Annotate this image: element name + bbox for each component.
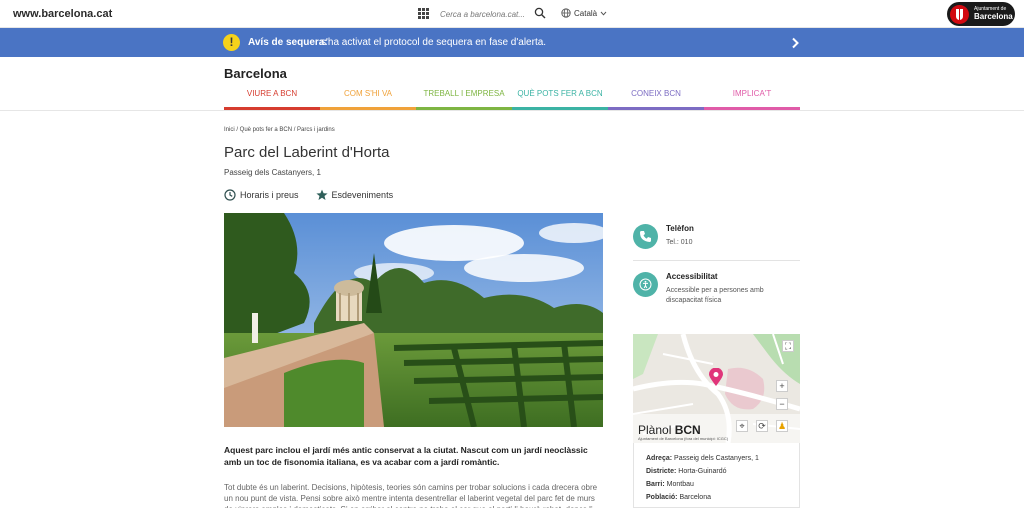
nav-que-pots-fer[interactable]: QUÈ POTS FER A BCN bbox=[512, 86, 608, 110]
alert-text: s'ha activat el protocol de sequera en f… bbox=[321, 37, 547, 48]
phone-value[interactable]: Tel.: 010 bbox=[666, 238, 791, 248]
page-address: Passeig dels Castanyers, 1 bbox=[224, 168, 321, 177]
detail-value[interactable]: Horta-Guinardó bbox=[678, 468, 726, 475]
zoom-out-button[interactable]: − bbox=[776, 398, 788, 410]
rotate-icon[interactable]: ⟳ bbox=[756, 420, 768, 432]
detail-label: Adreça: bbox=[646, 455, 673, 462]
detail-label: Districte: bbox=[646, 468, 677, 475]
page-title: Parc del Laberint d'Horta bbox=[224, 144, 390, 161]
star-icon bbox=[315, 189, 328, 200]
accessibility-title: Accessibilitat bbox=[666, 272, 718, 281]
detail-district: Districte: Horta-Guinardó bbox=[646, 465, 799, 478]
chevron-down-icon bbox=[600, 11, 607, 16]
sidebar-divider bbox=[633, 260, 800, 261]
main-nav: VIURE A BCN COM S'HI VA TREBALL I EMPRES… bbox=[224, 86, 800, 110]
search-icon[interactable] bbox=[534, 7, 546, 19]
schedules-link[interactable]: Horaris i preus bbox=[224, 189, 299, 201]
schedules-label: Horaris i preus bbox=[240, 190, 299, 200]
zoom-in-button[interactable]: + bbox=[776, 380, 788, 392]
detail-label: Població: bbox=[646, 494, 678, 501]
alert-title: Avís de sequera: bbox=[248, 37, 328, 48]
location-details: Adreça: Passeig dels Castanyers, 1 Distr… bbox=[633, 443, 800, 508]
intro-paragraph: Aquest parc inclou el jardí més antic co… bbox=[224, 445, 588, 467]
search-input[interactable] bbox=[440, 7, 532, 21]
detail-address: Adreça: Passeig dels Castanyers, 1 bbox=[646, 452, 799, 465]
locate-icon[interactable]: ⌖ bbox=[736, 420, 748, 432]
street-view-icon[interactable]: ♟ bbox=[776, 420, 788, 432]
top-bar: www.barcelona.cat Català Ajuntament de B… bbox=[0, 0, 1024, 28]
site-brand[interactable]: Barcelona bbox=[224, 66, 287, 81]
nav-treball-i-empresa[interactable]: TREBALL I EMPRESA bbox=[416, 86, 512, 110]
nav-divider bbox=[0, 110, 1024, 111]
nav-viure-a-bcn[interactable]: VIURE A BCN bbox=[224, 86, 320, 110]
logo-line-2: Barcelona bbox=[974, 12, 1013, 21]
phone-title: Telèfon bbox=[666, 224, 694, 233]
apps-grid-icon[interactable] bbox=[418, 8, 429, 19]
page-actions: Horaris i preus Esdeveniments bbox=[224, 189, 393, 201]
events-label: Esdeveniments bbox=[331, 190, 394, 200]
nav-coneix-bcn[interactable]: CONEIX BCN bbox=[608, 86, 704, 110]
phone-icon bbox=[640, 231, 651, 242]
nav-implicat[interactable]: IMPLICA'T bbox=[704, 86, 800, 110]
detail-value: Passeig dels Castanyers, 1 bbox=[674, 455, 759, 462]
location-map[interactable]: ⛶ + − ⌖ ⟳ ♟ Plànol BCN Ajuntament de Bar… bbox=[633, 334, 800, 443]
accessibility-value: Accessible per a persones amb discapacit… bbox=[666, 287, 764, 304]
map-brand: Plànol BCN bbox=[638, 423, 701, 437]
map-credit: Ajuntament de Barcelona (fora del munici… bbox=[638, 436, 729, 441]
detail-neighbourhood: Barri: Montbau bbox=[646, 478, 799, 491]
park-photo bbox=[224, 213, 603, 427]
map-pin-icon[interactable] bbox=[709, 368, 723, 387]
chevron-right-icon[interactable] bbox=[791, 37, 799, 49]
breadcrumb[interactable]: Inici / Què pots fer a BCN / Parcs i jar… bbox=[224, 127, 335, 133]
city-shield-icon bbox=[950, 4, 969, 24]
fullscreen-icon[interactable]: ⛶ bbox=[782, 340, 794, 352]
ajuntament-logo[interactable]: Ajuntament de Barcelona bbox=[947, 2, 1015, 26]
globe-icon bbox=[561, 8, 571, 18]
detail-label: Barri: bbox=[646, 481, 665, 488]
nav-com-shi-va[interactable]: COM S'HI VA bbox=[320, 86, 416, 110]
clock-icon bbox=[224, 189, 236, 201]
phone-circle bbox=[633, 224, 658, 249]
map-brand-light: Plànol bbox=[638, 423, 675, 437]
detail-value[interactable]: Montbau bbox=[667, 481, 694, 488]
language-label: Català bbox=[574, 8, 598, 18]
drought-alert-banner[interactable]: ! Avís de sequera: s'ha activat el proto… bbox=[0, 28, 1024, 57]
map-brand-bold: BCN bbox=[674, 423, 701, 437]
accessibility-circle bbox=[633, 272, 658, 297]
events-link[interactable]: Esdeveniments bbox=[315, 189, 394, 201]
accessibility-icon bbox=[639, 278, 652, 291]
detail-value: Barcelona bbox=[679, 494, 711, 501]
warning-icon: ! bbox=[223, 34, 240, 51]
site-url-link[interactable]: www.barcelona.cat bbox=[13, 8, 112, 20]
detail-city: Població: Barcelona bbox=[646, 491, 799, 504]
body-paragraph: Tot dubte és un laberint. Decisions, hip… bbox=[224, 483, 598, 508]
language-select[interactable]: Català bbox=[561, 8, 607, 18]
